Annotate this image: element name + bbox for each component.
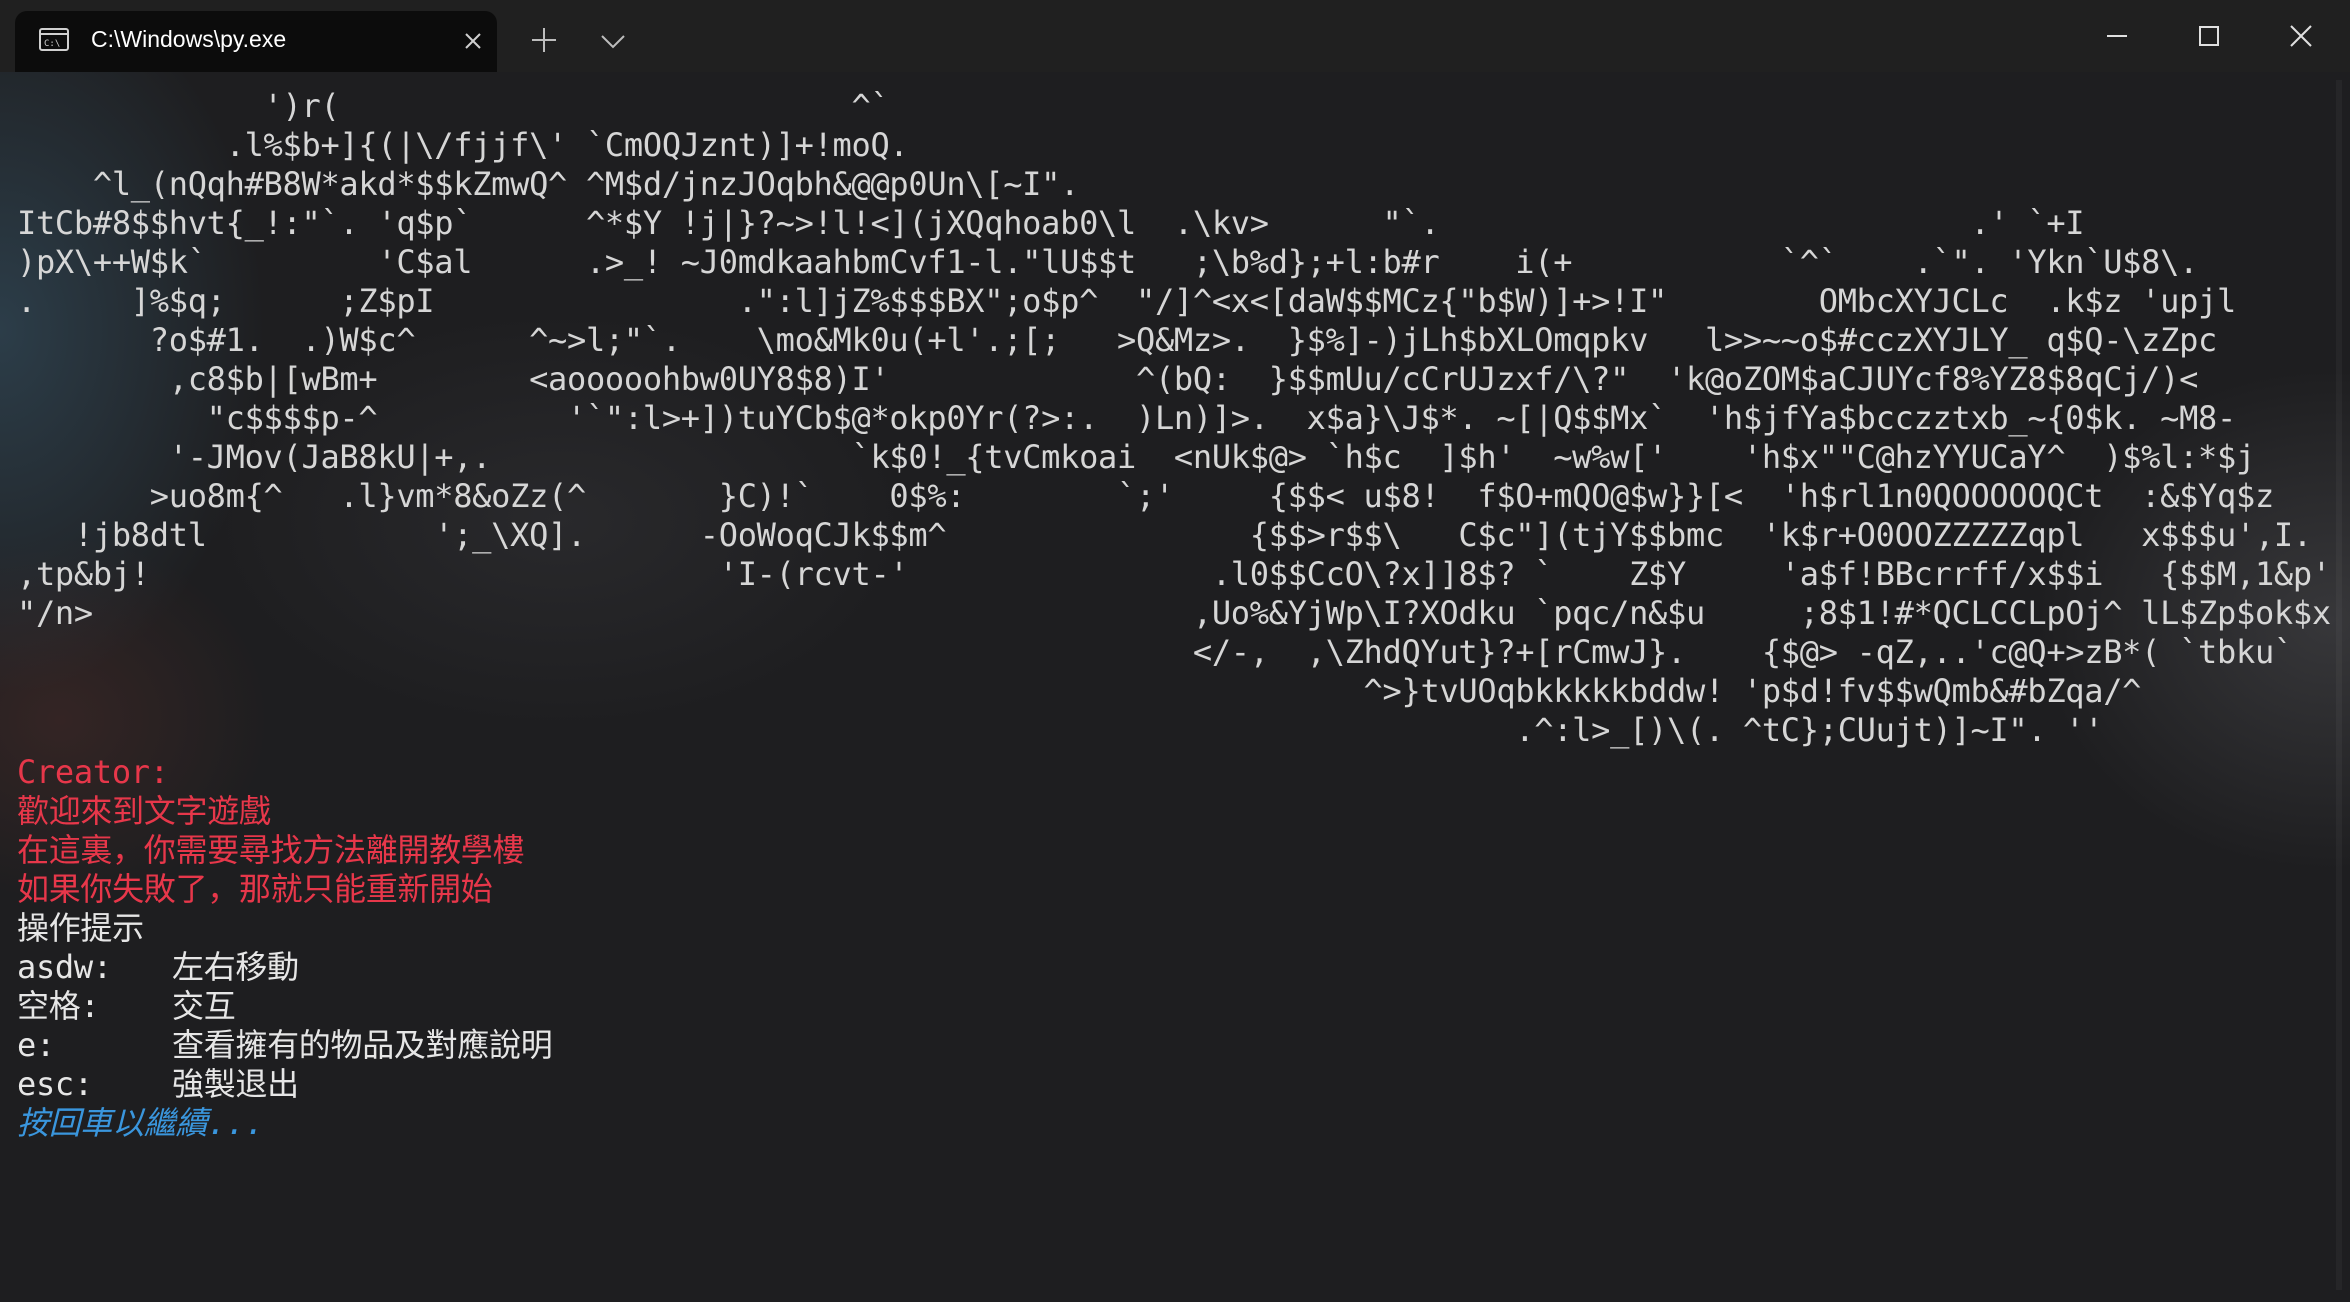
ascii-art-line: ^l_(nQqh#B8W*akd*$$kZmwQ^ ^M$d/jnzJOqbh&… [17, 165, 1080, 203]
maximize-icon [2199, 26, 2219, 46]
instruction-line: 在這裏，你需要尋找方法離開教學樓 [17, 831, 525, 869]
ascii-art-line: ?o$#1. .)W$c^ ^~>l;"`. \mo&Mk0u(+l'.;[; … [17, 321, 2218, 359]
ascii-art-line: . ]%$q; ;Z$pI .":l]jZ%$$$BX";o$p^ "/]^<x… [17, 282, 2236, 320]
new-tab-plus-icon[interactable] [529, 25, 559, 55]
minimize-button[interactable] [2071, 0, 2163, 72]
chevron-down-icon[interactable] [598, 30, 628, 52]
close-window-button[interactable] [2255, 0, 2347, 72]
creator-label: Creator: [17, 753, 169, 791]
terminal-icon: C:\ [39, 28, 69, 51]
control-desc: 強製退出 [172, 1065, 299, 1103]
failure-line: 如果你失敗了，那就只能重新開始 [17, 870, 493, 908]
scrollbar[interactable] [2336, 80, 2342, 1290]
control-key: 空格: [17, 987, 100, 1025]
tab-title: C:\Windows\py.exe [91, 26, 287, 52]
ascii-art-line: ,c8$b|[wBm+ <aooooohbw0UY8$8)I' ^(bQ: }$… [17, 360, 2199, 398]
ascii-art-line: "c$$$$p-^ '`":l>+])tuYCb$@*okp0Yr(?>:. )… [17, 399, 2237, 437]
ascii-art-line: "/n> ,Uo%&YjWp\I?XOdku `pqc/n&$u ;8$1!#*… [17, 594, 2331, 632]
ascii-art-line: ItCb#8$$hvt{_!:"`. 'q$p` ^*$Y !j|}?~>!l!… [17, 204, 2085, 242]
ascii-art-line: >uo8m{^ .l}vm*8&oZz(^ }C)!` 0$%: `;' {$$… [17, 477, 2274, 515]
terminal-window: C:\ C:\Windows\py.exe ')r(^` .l%$b+]{(|… [0, 0, 2350, 1302]
ascii-art-line: .^:l>_[)\(. ^tC};CUujt)]~I". '' [17, 711, 2104, 749]
close-icon [2290, 25, 2312, 47]
ascii-art-line: !jb8dtl ';_\XQ]. -OoWoqCJk$$m^ {$$>r$$\ … [17, 516, 2312, 554]
terminal-output[interactable]: ')r( ^` .l%$b+]{(|\/fjjf\' `CmOQJznt)]+!… [0, 72, 2350, 1302]
ascii-art-line: .l%$b+]{(|\/fjjf\' `CmOQJznt)]+!moQ. [17, 126, 909, 164]
ascii-art-line: )pX\++W$k` 'C$al .>_! ~J0mdkaahbmCvf1-l.… [17, 243, 2199, 281]
control-desc: 左右移動 [172, 948, 299, 986]
ascii-art-line: ^>}tvUOqbkkkkkbddw! 'p$d!fv$$wQmb&#bZqa/… [17, 672, 2142, 710]
svg-text:C:\: C:\ [44, 39, 60, 49]
ascii-art-line: </-, ,\ZhdQYut}?+[rCmwJ}. {$@> -qZ,..'c@… [17, 633, 2293, 671]
maximize-button[interactable] [2163, 0, 2255, 72]
welcome-line: 歡迎來到文字遊戲 [17, 792, 271, 830]
minimize-icon [2107, 35, 2127, 37]
ascii-art-line: '-JMov(JaB8kU|+,. `k$0!_{tvCmkoai <nUk$@… [17, 438, 2256, 476]
hint-title: 操作提示 [17, 909, 144, 947]
control-key: esc: [17, 1065, 93, 1103]
control-desc: 查看擁有的物品及對應說明 [172, 1026, 553, 1064]
continue-prompt: 按回車以繼續... [17, 1104, 265, 1142]
control-key: asdw: [17, 948, 112, 986]
title-bar[interactable]: C:\ C:\Windows\py.exe [0, 0, 2350, 72]
tab-py-exe[interactable]: C:\ C:\Windows\py.exe [15, 11, 497, 72]
close-tab-icon[interactable] [461, 29, 485, 53]
control-key: e: [17, 1026, 55, 1064]
ascii-art-line: ,tp&bj! 'I-(rcvt-' .l0$$CcO\?x]]8$? ` Z$… [17, 555, 2331, 593]
control-desc: 交互 [172, 987, 236, 1025]
ascii-art-line: ')r( ^` [17, 87, 890, 125]
